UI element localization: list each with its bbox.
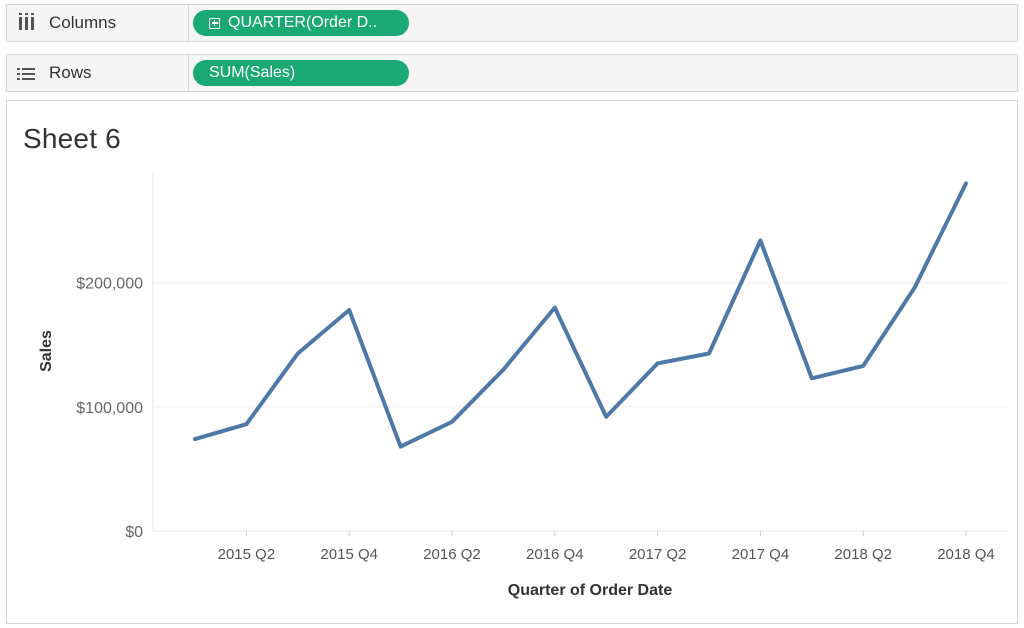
- columns-shelf: Columns QUARTER(Order D..: [6, 4, 1018, 42]
- x-axis-title: Quarter of Order Date: [508, 582, 673, 599]
- rows-label-text: Rows: [49, 63, 92, 82]
- y-tick-label: $100,000: [76, 400, 143, 417]
- x-tick-label: 2015 Q2: [218, 546, 276, 563]
- sheet-view: Sheet 6 $0 $100,000 $200,000 2015 Q2 2015 Q4…: [6, 100, 1018, 624]
- x-tick-label: 2016 Q2: [423, 546, 481, 563]
- x-tick-label: 2018 Q4: [937, 546, 995, 563]
- line-chart: $0 $100,000 $200,000 2015 Q2 2015 Q4 2016 Q2 2…: [38, 171, 1007, 599]
- x-tick-label: 2018 Q2: [834, 546, 892, 563]
- columns-icon: [17, 13, 37, 32]
- rows-shelf: Rows SUM(Sales): [6, 54, 1018, 92]
- x-tick-label: 2017 Q2: [629, 546, 687, 563]
- expand-plus-icon[interactable]: [209, 17, 220, 29]
- columns-shelf-label: Columns: [7, 5, 189, 41]
- columns-pill-text: QUARTER(Order D..: [228, 14, 378, 31]
- y-axis-title: Sales: [38, 330, 55, 372]
- y-tick-label: $0: [125, 524, 143, 541]
- rows-pill-sum-sales[interactable]: SUM(Sales): [193, 60, 409, 86]
- rows-pill-text: SUM(Sales): [209, 64, 296, 81]
- columns-label-text: Columns: [49, 13, 117, 32]
- rows-shelf-label: Rows: [7, 55, 189, 91]
- x-tick-label: 2015 Q4: [320, 546, 378, 563]
- x-tick-label: 2016 Q4: [526, 546, 584, 563]
- y-tick-label: $200,000: [76, 276, 143, 293]
- rows-icon: [17, 64, 37, 82]
- columns-pill-quarter[interactable]: QUARTER(Order D..: [193, 10, 409, 36]
- x-tick-label: 2017 Q4: [732, 546, 790, 563]
